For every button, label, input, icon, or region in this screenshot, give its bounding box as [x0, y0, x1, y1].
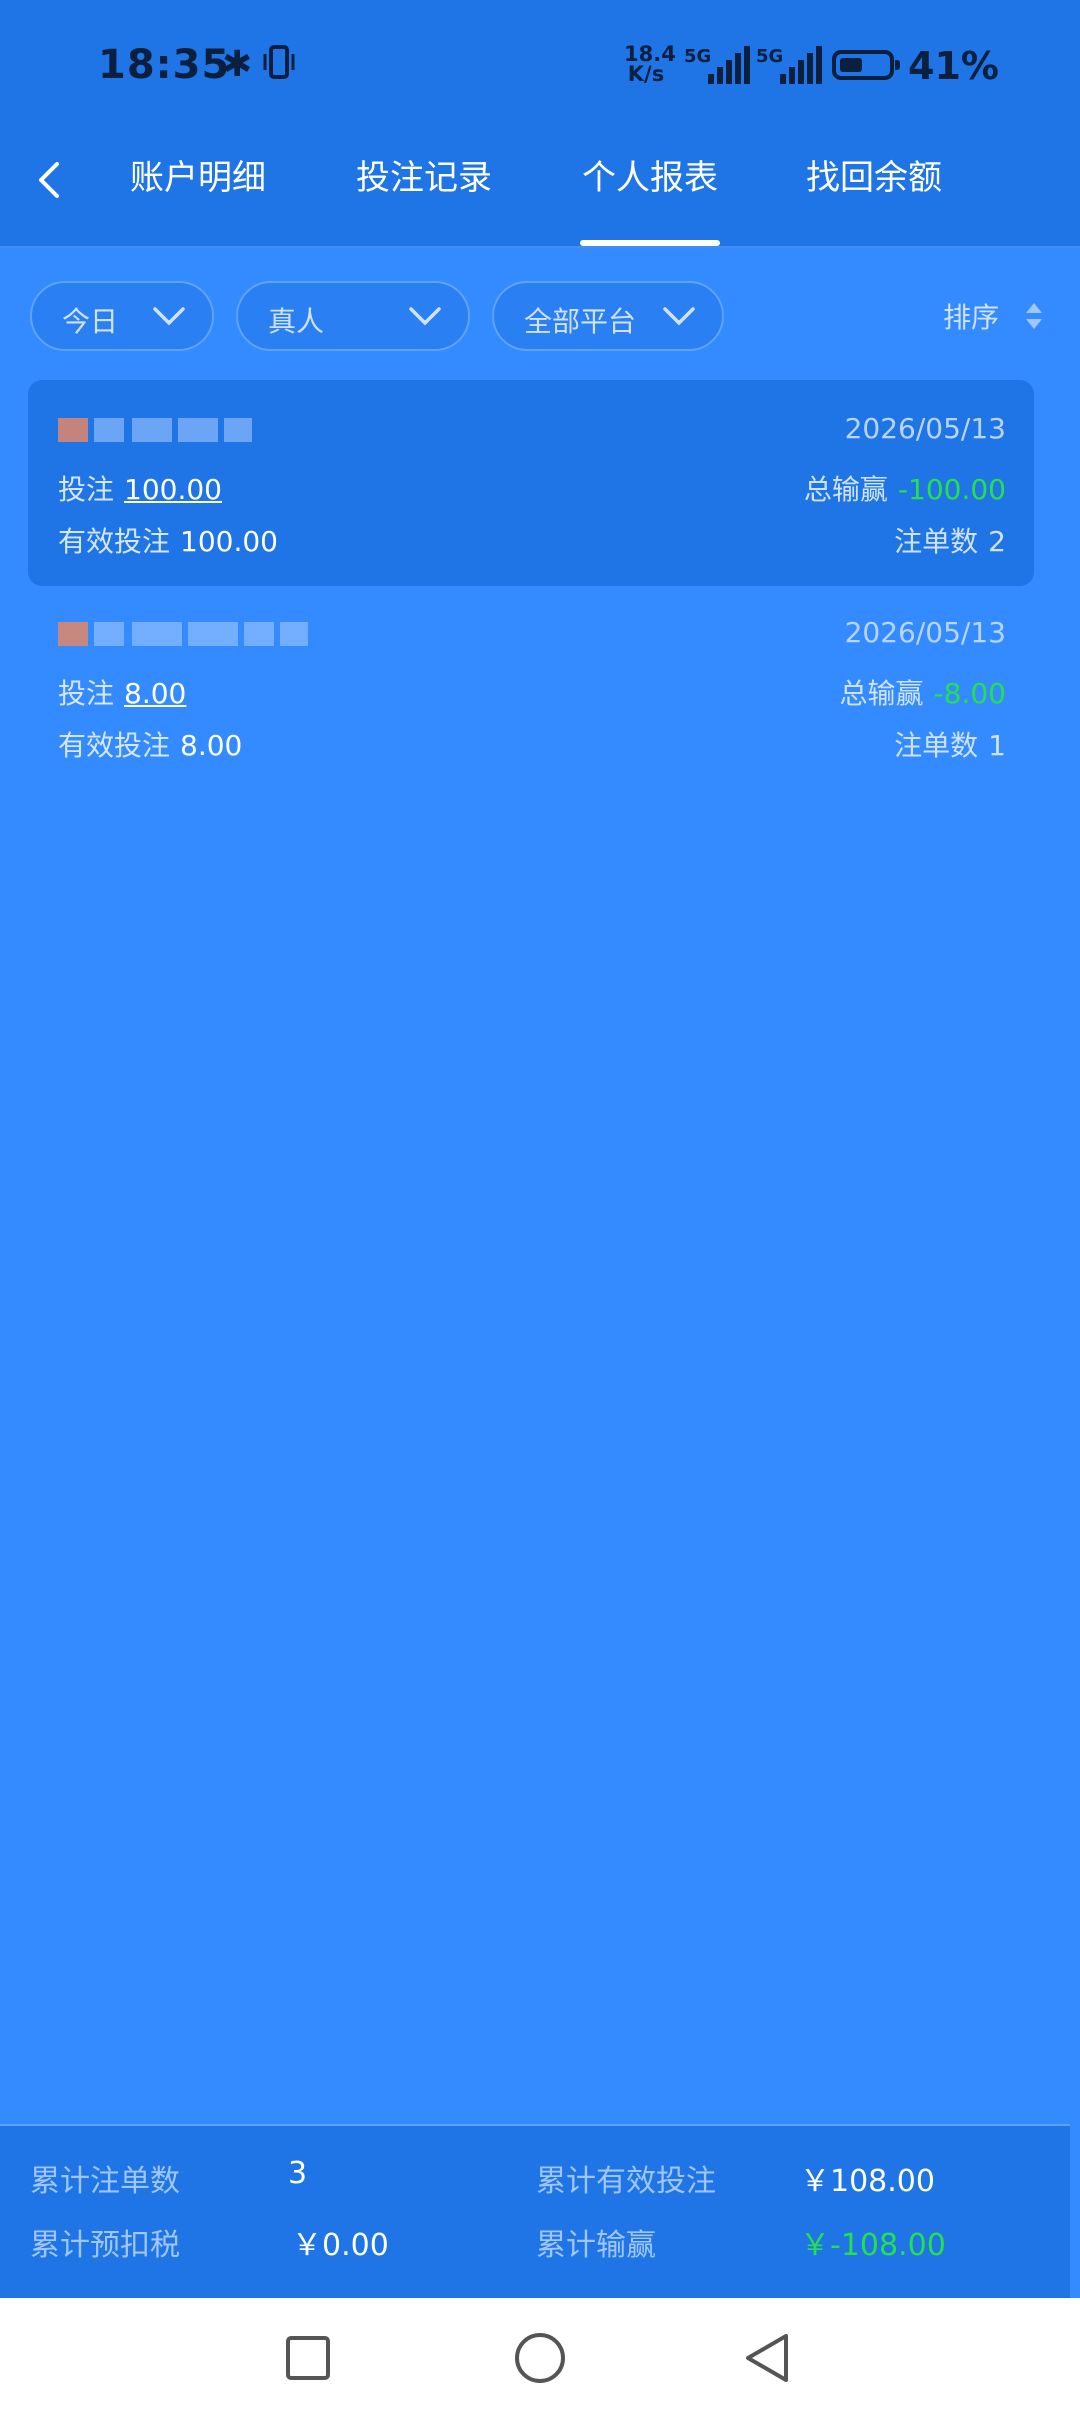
- platform-filter[interactable]: 全部平台: [492, 281, 724, 351]
- valid-bet-value: 8.00: [180, 729, 243, 762]
- record-date: 2026/05/13: [844, 412, 1006, 445]
- total-tax-value: ￥0.00: [292, 2228, 389, 2263]
- platform-name-blurred: [58, 412, 308, 448]
- total-win-row: 总输赢 -100.00: [804, 468, 1006, 508]
- order-count-label: 注单数: [894, 729, 979, 762]
- bet-amount-row: 投注 100.00: [58, 468, 222, 508]
- order-count-label: 注单数: [894, 525, 979, 558]
- battery-percent: 41%: [908, 44, 999, 88]
- valid-bet-row: 有效投注 100.00: [58, 520, 278, 560]
- bet-label: 投注: [58, 677, 115, 710]
- tab-personal-report[interactable]: 个人报表: [580, 148, 720, 246]
- total-win-loss-label: 累计输赢: [536, 2228, 656, 2263]
- order-count-value: 2: [988, 525, 1006, 558]
- total-win-label: 总输赢: [839, 677, 924, 710]
- vibrate-icon: [262, 44, 296, 89]
- summary-bar: 累计注单数 3 累计有效投注 ￥108.00 累计预扣税 ￥0.00 累计输赢 …: [0, 2124, 1070, 2298]
- order-count-row: 注单数 1: [894, 724, 1006, 764]
- tab-bet-records[interactable]: 投注记录: [354, 148, 494, 208]
- period-filter-label: 今日: [62, 305, 119, 338]
- total-win-row: 总输赢 -8.00: [840, 672, 1006, 712]
- total-valid-bet-label: 累计有效投注: [536, 2164, 716, 2199]
- signal-sim2-icon: 5G: [756, 46, 822, 84]
- signal-sim1-icon: 5G: [684, 46, 750, 84]
- valid-bet-value: 100.00: [180, 525, 278, 558]
- total-valid-bet-value: ￥108.00: [800, 2164, 935, 2199]
- sort-label: 排序: [943, 301, 1000, 334]
- sort-icon: [1026, 303, 1042, 329]
- total-orders-label: 累计注单数: [30, 2164, 180, 2199]
- chevron-down-icon: [153, 307, 185, 326]
- total-win-value: -100.00: [897, 473, 1006, 506]
- report-record[interactable]: 2026/05/13 投注 100.00 总输赢 -100.00 有效投注 100.0…: [28, 380, 1034, 586]
- sort-button[interactable]: 排序: [943, 296, 1044, 336]
- bet-amount-row: 投注 8.00: [58, 672, 186, 712]
- valid-bet-label: 有效投注: [58, 729, 171, 762]
- record-date: 2026/05/13: [844, 616, 1006, 649]
- home-circle-icon[interactable]: [512, 2330, 568, 2386]
- valid-bet-row: 有效投注 8.00: [58, 724, 242, 764]
- battery-icon: [832, 50, 900, 80]
- platform-filter-label: 全部平台: [524, 305, 637, 338]
- platform-name-blurred: [58, 616, 308, 652]
- total-orders-value: 3: [288, 2156, 308, 2191]
- tab-recover-balance[interactable]: 找回余额: [804, 148, 944, 208]
- header-divider: [0, 246, 1080, 248]
- status-bar: 18:35 ✱ 18.4 K/s 5G 5G 41%: [0, 36, 1080, 100]
- clock: 18:35: [98, 42, 231, 88]
- order-count-value: 1: [988, 729, 1006, 762]
- bluetooth-icon: ✱: [222, 44, 253, 85]
- back-button[interactable]: [20, 150, 76, 210]
- period-filter[interactable]: 今日: [30, 281, 214, 351]
- tab-account-details[interactable]: 账户明细: [128, 148, 268, 208]
- system-navigation-bar: [0, 2298, 1080, 2412]
- order-count-row: 注单数 2: [894, 520, 1006, 560]
- back-triangle-icon[interactable]: [740, 2330, 796, 2386]
- total-tax-label: 累计预扣税: [30, 2228, 180, 2263]
- total-win-label: 总输赢: [803, 473, 888, 506]
- category-filter[interactable]: 真人: [236, 281, 470, 351]
- network-speed-unit: K/s: [627, 62, 665, 86]
- category-filter-label: 真人: [268, 305, 325, 338]
- bet-amount-link[interactable]: 100.00: [124, 473, 222, 506]
- chevron-down-icon: [663, 307, 695, 326]
- bet-label: 投注: [58, 473, 115, 506]
- total-win-value: -8.00: [933, 677, 1006, 710]
- report-record[interactable]: 2026/05/13 投注 8.00 总输赢 -8.00 有效投注 8.00 注单数 1: [28, 584, 1034, 790]
- total-win-loss-value: ￥-108.00: [800, 2228, 946, 2263]
- valid-bet-label: 有效投注: [58, 525, 171, 558]
- chevron-down-icon: [409, 307, 441, 326]
- recents-square-icon[interactable]: [280, 2330, 336, 2386]
- chevron-left-icon: [39, 162, 59, 198]
- bet-amount-link[interactable]: 8.00: [124, 677, 186, 710]
- network-speed: 18.4 K/s: [624, 44, 676, 86]
